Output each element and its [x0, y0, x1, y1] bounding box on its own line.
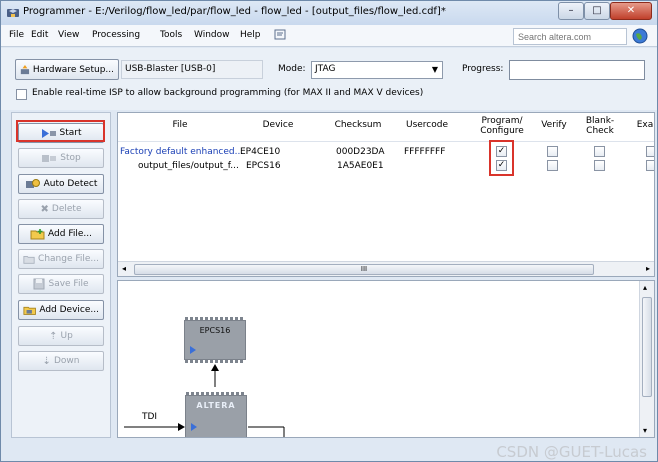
header-divider: [118, 141, 654, 142]
hardware-value: USB-Blaster [USB-0]: [125, 64, 216, 74]
scroll-right-icon[interactable]: ▸: [646, 264, 650, 273]
save-file-button[interactable]: Save File: [18, 274, 104, 294]
header-blank-check[interactable]: Blank- Check: [580, 116, 620, 136]
stop-icon: [42, 154, 57, 162]
isp-label: Enable real-time ISP to allow background…: [32, 88, 424, 98]
delete-button[interactable]: ✖ Delete: [18, 199, 104, 219]
menu-processing[interactable]: Processing: [92, 30, 140, 40]
add-device-icon: [23, 306, 36, 315]
jtag-chain-panel: EPCS16 ALTERA TDI ▴ ▾: [117, 280, 655, 438]
row2-blank-check-checkbox[interactable]: [594, 160, 605, 171]
device-file-table: File Device Checksum Usercode Program/ C…: [117, 112, 655, 277]
vertical-scrollbar[interactable]: ▴ ▾: [639, 281, 654, 437]
watermark-text: CSDN @GUET-Lucas: [496, 443, 647, 461]
programmer-window: Programmer - E:/Verilog/flow_led/par/flo…: [0, 0, 658, 462]
row2-checksum: 1A5AE0E1: [337, 161, 384, 171]
save-icon: [33, 278, 45, 290]
progress-bar: [509, 60, 645, 80]
add-device-label: Add Device...: [39, 305, 99, 315]
scroll-up-icon[interactable]: ▴: [643, 283, 647, 292]
change-file-label: Change File...: [38, 254, 99, 264]
add-file-label: Add File...: [48, 229, 92, 239]
mode-label: Mode:: [278, 64, 306, 74]
scroll-down-icon[interactable]: ▾: [643, 426, 647, 435]
row1-file[interactable]: Factory default enhanced...: [120, 147, 243, 157]
header-checksum[interactable]: Checksum: [323, 120, 393, 130]
mode-value: JTAG: [315, 64, 336, 74]
altera-fpga-chip[interactable]: ALTERA: [185, 392, 247, 437]
isp-checkbox[interactable]: [16, 89, 27, 100]
header-program-configure[interactable]: Program/ Configure: [473, 116, 531, 136]
delete-icon: ✖: [40, 203, 49, 215]
hardware-icon: [20, 64, 30, 74]
globe-icon[interactable]: [632, 28, 648, 44]
whats-this-help-icon[interactable]: [273, 29, 287, 42]
row2-file[interactable]: output_files/output_f...: [138, 161, 239, 171]
maximize-button[interactable]: □: [584, 2, 610, 20]
search-input[interactable]: [513, 28, 627, 45]
menu-view[interactable]: View: [58, 30, 79, 40]
chip-pins-top: [186, 392, 246, 395]
up-label: Up: [60, 331, 73, 341]
row1-usercode: FFFFFFFF: [404, 147, 446, 157]
menu-window[interactable]: Window: [194, 30, 230, 40]
down-label: Down: [53, 356, 80, 366]
auto-detect-button[interactable]: Auto Detect: [18, 174, 104, 194]
stop-button[interactable]: Stop: [18, 148, 104, 168]
add-file-button[interactable]: Add File...: [18, 224, 104, 244]
row1-device: EP4CE10: [240, 147, 281, 157]
header-examine[interactable]: Exa: [635, 120, 654, 130]
stop-label: Stop: [60, 153, 81, 163]
minimize-button[interactable]: –: [558, 2, 584, 20]
header-usercode[interactable]: Usercode: [394, 120, 460, 130]
row1-verify-checkbox[interactable]: [547, 146, 558, 157]
programmer-app-icon: [7, 9, 19, 17]
change-file-icon: [23, 255, 35, 264]
program-configure-highlight-box: [489, 140, 514, 176]
add-file-icon: [30, 229, 45, 240]
menu-edit[interactable]: Edit: [31, 30, 48, 40]
menu-help[interactable]: Help: [240, 30, 261, 40]
horizontal-scrollbar[interactable]: ◂ III ▸: [118, 261, 654, 276]
auto-detect-icon: [25, 179, 40, 188]
start-highlight-box: [16, 120, 105, 142]
row1-blank-check-checkbox[interactable]: [594, 146, 605, 157]
menu-tools[interactable]: Tools: [160, 30, 182, 40]
altera-logo-label: ALTERA: [196, 401, 236, 410]
down-arrow-icon: ⇣: [42, 355, 51, 367]
row2-examine-checkbox[interactable]: [646, 160, 654, 171]
up-arrow-icon: ⇡: [49, 330, 58, 342]
row2-verify-checkbox[interactable]: [547, 160, 558, 171]
menu-bar: File Edit View Processing Tools Window H…: [1, 25, 657, 47]
auto-detect-label: Auto Detect: [43, 179, 98, 189]
hardware-toolbar: Hardware Setup... USB-Blaster [USB-0] Mo…: [1, 48, 657, 110]
vertical-scroll-thumb[interactable]: [642, 297, 652, 397]
title-bar: Programmer - E:/Verilog/flow_led/par/flo…: [1, 1, 657, 25]
row2-device: EPCS16: [246, 161, 281, 171]
action-button-panel: Start Stop Auto Detect ✖ Delete Add File…: [11, 112, 111, 438]
window-title: Programmer - E:/Verilog/flow_led/par/flo…: [23, 6, 446, 17]
row1-checksum: 000D23DA: [336, 147, 385, 157]
hardware-setup-button[interactable]: Hardware Setup...: [15, 59, 119, 80]
mode-select[interactable]: JTAG ▼: [311, 61, 443, 79]
horizontal-scroll-thumb[interactable]: III: [134, 264, 594, 275]
header-file[interactable]: File: [124, 120, 236, 130]
up-button[interactable]: ⇡ Up: [18, 326, 104, 346]
change-file-button[interactable]: Change File...: [18, 249, 104, 269]
hardware-setup-label: Hardware Setup...: [32, 64, 114, 75]
row1-examine-checkbox[interactable]: [646, 146, 654, 157]
close-button[interactable]: ✕: [610, 2, 652, 20]
tdi-label: TDI: [142, 412, 158, 422]
chip-play-icon: [191, 423, 197, 431]
chevron-down-icon: ▼: [431, 65, 438, 74]
delete-label: Delete: [51, 204, 82, 214]
header-verify[interactable]: Verify: [536, 120, 572, 130]
progress-label: Progress:: [462, 64, 504, 74]
menu-file[interactable]: File: [9, 30, 24, 40]
save-file-label: Save File: [48, 279, 89, 289]
down-button[interactable]: ⇣ Down: [18, 351, 104, 371]
header-device[interactable]: Device: [238, 120, 318, 130]
add-device-button[interactable]: Add Device...: [18, 300, 104, 320]
scroll-left-icon[interactable]: ◂: [122, 264, 126, 273]
